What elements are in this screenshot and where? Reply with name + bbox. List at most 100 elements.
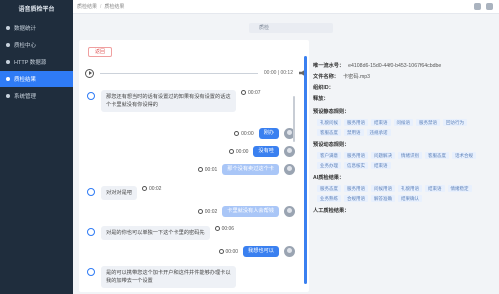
result-tag[interactable]: 服务态度 <box>317 185 341 192</box>
rule-tag[interactable]: 违规承诺 <box>366 129 391 136</box>
file-label: 文件名称： <box>313 74 339 80</box>
sidebar-item-label: 质检结果 <box>14 77 37 83</box>
list-item: 对对对是吧 00:02 <box>87 186 161 200</box>
back-button[interactable]: 返回 <box>88 47 112 57</box>
chart-icon <box>6 26 10 30</box>
list-item: 00:02 卡里就没有人会帮钱 <box>197 206 295 217</box>
rule-tag[interactable]: 客服态度 <box>317 129 341 136</box>
fullscreen-icon[interactable] <box>474 3 481 10</box>
rule-tag[interactable]: 服务用语 <box>344 152 368 159</box>
breadcrumb: 质检结果 / 质检结果 <box>73 0 499 14</box>
message-bubble: 卡里就没有人会帮钱 <box>222 206 279 217</box>
manual-results-label: 人工质检结果： <box>313 208 350 214</box>
detail-panel: 唯一流水号： e4108d6-15d0-44f0-b453-1067f64cbd… <box>313 60 493 216</box>
id-label: 唯一流水号： <box>313 63 345 69</box>
message-time: 00:07 <box>241 90 261 96</box>
sidebar-item-qc-center[interactable]: 质检中心 <box>0 37 73 53</box>
breadcrumb-current: 质检结果 <box>104 4 125 10</box>
rule-tag[interactable]: 回访行为 <box>443 119 467 126</box>
gear-icon <box>6 94 10 98</box>
rule-tag[interactable]: 问候语 <box>393 119 413 126</box>
rule-tag[interactable]: 服务用语 <box>344 119 368 126</box>
time-text: 00:07 <box>248 90 261 96</box>
sidebar-item-http-source[interactable]: HTTP 数据源 <box>0 54 73 70</box>
breadcrumb-root[interactable]: 质检结果 <box>77 3 97 10</box>
rule-tag[interactable]: 服务禁语 <box>416 119 440 126</box>
link-icon <box>6 60 10 64</box>
agent-avatar-icon <box>87 92 95 100</box>
agent-avatar-icon <box>87 268 95 276</box>
sidebar-item-stats[interactable]: 数据统计 <box>0 20 73 36</box>
panel-divider-scrollbar[interactable] <box>304 56 307 284</box>
audio-progress[interactable] <box>100 72 258 74</box>
list-item: 是的可以携带您这个加卡开户和这件并件能够办理卡以我的加带去一个设置 <box>87 266 236 288</box>
result-tag[interactable]: 结果确认 <box>398 195 422 202</box>
check-icon <box>6 43 10 47</box>
id-value: e4108d6-15d0-44f0-b453-1067f64cbdbe <box>348 62 442 69</box>
rule-tag[interactable]: 话术合规 <box>452 152 476 159</box>
play-icon[interactable] <box>85 68 94 78</box>
time-text: 00:00 <box>235 148 249 155</box>
result-tag[interactable]: 结束语 <box>425 185 445 192</box>
user-avatar-icon <box>284 246 295 257</box>
result-tag[interactable]: 业务熟练 <box>317 195 341 202</box>
rule-tag[interactable]: 问题解决 <box>371 152 395 159</box>
time-text: 00:00 <box>225 248 239 255</box>
rule-tag[interactable]: 结束语 <box>371 162 391 169</box>
app-title: 语音质检平台 <box>18 7 55 13</box>
clock-icon <box>218 248 224 254</box>
message-bubble: 那个没有卖过这个卡 <box>222 164 279 175</box>
rule-tag[interactable]: 客服态度 <box>425 152 449 159</box>
list-item: 那您还有想当时的话有设置过的知果有没有设置的话这个卡里就没有你设得的 00:07 <box>87 90 277 112</box>
list-item: 对是的你也可以单独一下这个卡里的密码先 00:06 <box>87 226 234 240</box>
result-tag[interactable]: 情绪稳定 <box>447 185 472 192</box>
user-avatar-icon <box>284 164 295 175</box>
tab-qc[interactable]: 质检 <box>249 23 333 33</box>
dynamic-rules-label: 预设动态规则： <box>313 142 350 148</box>
breadcrumb-separator: / <box>100 3 102 10</box>
ai-result-tags: 服务态度 服务用语 问候用语 礼貌用语 结束语 情绪稳定 业务熟练 合规用语 解… <box>317 185 493 202</box>
message-bubble: 刚办 <box>258 128 279 139</box>
result-tag[interactable]: 解答准确 <box>371 195 395 202</box>
sidebar-item-system[interactable]: 系统管理 <box>0 88 73 104</box>
result-tag[interactable]: 合规用语 <box>344 195 368 202</box>
sidebar-item-label: HTTP 数据源 <box>14 60 47 66</box>
message-time: 00:06 <box>214 226 234 232</box>
rule-tag[interactable]: 情绪识别 <box>398 152 422 159</box>
user-avatar-icon <box>284 206 295 217</box>
rule-tag[interactable]: 客户满意 <box>317 152 341 159</box>
rule-tag[interactable]: 信息核实 <box>344 162 368 169</box>
audio-player: 00:00 | 00:12 <box>85 64 307 82</box>
rule-tag[interactable]: 禁用语 <box>344 129 364 136</box>
clock-icon <box>214 226 220 231</box>
static-rule-tags: 礼貌问候 服务用语 结束语 问候语 服务禁语 回访行为 客服态度 禁用语 违规承… <box>317 119 493 136</box>
message-time: 00:00 <box>228 148 249 155</box>
list-icon <box>6 77 10 81</box>
transcript: 那您还有想当时的话有设置过的知果有没有设置的话这个卡里就没有你设得的 00:07… <box>85 90 297 292</box>
clock-icon <box>197 166 203 172</box>
rule-tag[interactable]: 礼貌问候 <box>317 119 341 126</box>
audio-time: 00:00 | 00:12 <box>263 70 293 76</box>
rule-tag[interactable]: 结束语 <box>371 119 391 126</box>
org-row: 组织ID： <box>313 82 493 93</box>
dynamic-rule-tags: 客户满意 服务用语 问题解决 情绪识别 客服态度 话术合规 业务办理 信息核实 … <box>317 152 493 169</box>
speech-label: 释放： <box>313 96 329 102</box>
sidebar-item-label: 系统管理 <box>14 94 37 100</box>
result-tag[interactable]: 礼貌用语 <box>398 185 422 192</box>
message-bubble: 我想也可以 <box>243 246 279 257</box>
message-bubble: 那您还有想当时的话有设置过的知果有没有设置的话这个卡里就没有你设得的 <box>101 90 236 112</box>
time-text: 00:01 <box>204 166 218 173</box>
agent-avatar-icon <box>87 228 95 236</box>
message-bubble: 对对对是吧 <box>101 186 137 200</box>
user-icon[interactable] <box>486 3 493 10</box>
result-tag[interactable]: 问候用语 <box>371 185 395 192</box>
rule-tag[interactable]: 业务办理 <box>317 162 341 169</box>
clock-icon <box>228 148 234 154</box>
time-text: 00:00 <box>241 130 254 137</box>
sidebar-item-qc-results[interactable]: 质检结果 <box>0 71 73 87</box>
static-rules-label: 预设静态规则： <box>313 109 350 115</box>
transcript-scrollbar[interactable] <box>293 96 295 142</box>
list-item: 00:01 那个没有卖过这个卡 <box>197 164 295 175</box>
result-tag[interactable]: 服务用语 <box>344 185 368 192</box>
tab-bar: 质检 <box>73 14 499 40</box>
